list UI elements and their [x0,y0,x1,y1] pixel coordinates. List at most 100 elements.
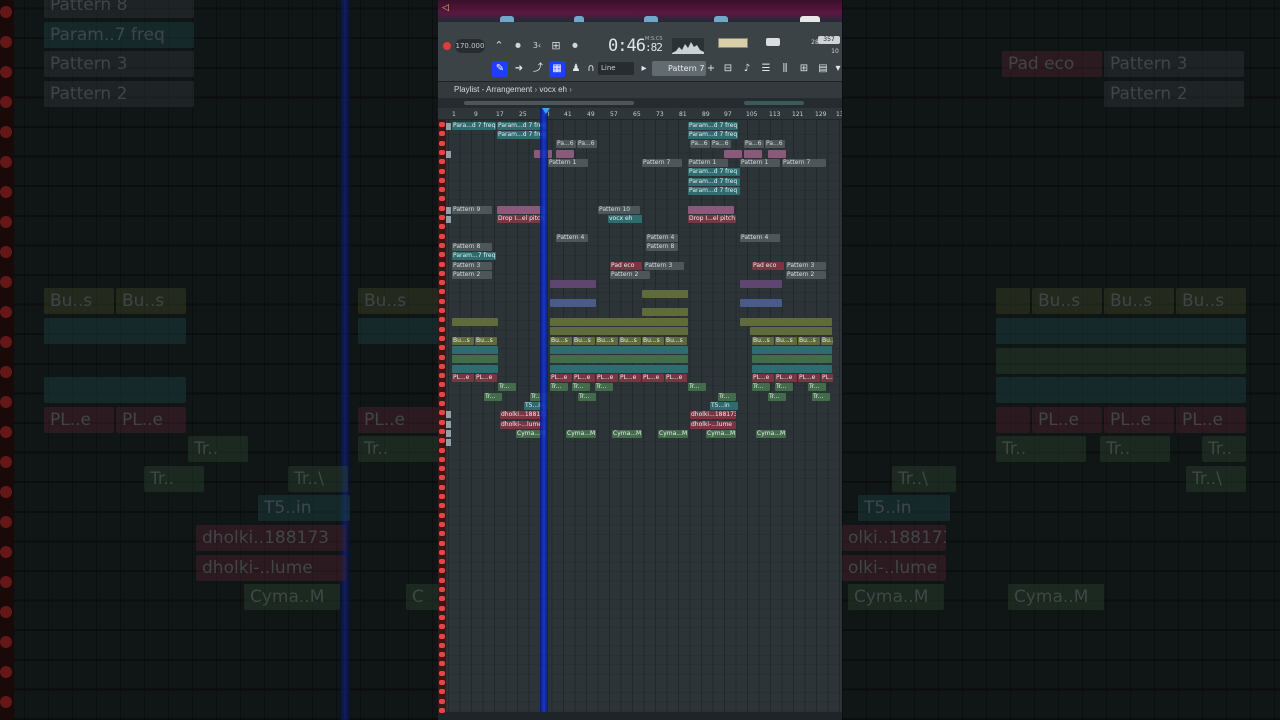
clip[interactable]: Pa...6 [556,140,576,148]
track-mute-indicator[interactable] [446,420,451,428]
clip[interactable]: PL...e [821,374,833,382]
clip[interactable]: Pattern 1 [548,159,588,167]
play-arrow-icon[interactable]: ▸ [638,61,650,77]
track-handle[interactable] [439,484,445,490]
track-handle[interactable] [439,308,445,313]
track-handle[interactable] [439,447,445,453]
piano-roll-icon[interactable]: ♪ [739,61,755,77]
clip[interactable]: Bu...s [752,337,774,345]
clip[interactable]: Cyma...M [756,430,786,438]
audio-clip[interactable] [642,308,688,316]
track-handle[interactable] [439,549,445,555]
current-pattern[interactable]: vocx eh [539,85,567,94]
track-handle[interactable] [439,698,445,704]
loop-record-icon[interactable]: ⏺ [567,38,583,54]
track-handle[interactable] [439,140,445,146]
clip[interactable]: Pa...6 [690,140,710,148]
track-handle[interactable] [439,159,445,165]
track-handle[interactable] [439,475,445,481]
track-handle[interactable] [439,466,445,472]
clip[interactable]: PL...e [475,374,497,382]
clip[interactable]: Param...d 7 freq [688,178,740,186]
clip[interactable]: Cyma...M [566,430,596,438]
clip[interactable]: Tr... [812,393,830,401]
clip[interactable]: Pattern 8 [452,243,492,251]
track-handle[interactable] [439,642,445,648]
playlist-icon[interactable]: ⊟ [720,61,736,77]
track-handle[interactable] [439,531,445,537]
clip[interactable]: Pattern 4 [646,234,678,242]
clip[interactable]: PL...e [619,374,641,382]
clip[interactable]: Bu...s [665,337,687,345]
audio-clip[interactable] [550,299,596,307]
track-handle[interactable] [439,633,445,639]
clip[interactable]: Bu...s [596,337,618,345]
clip[interactable]: Tr... [752,383,770,391]
track-mute-indicator[interactable] [446,206,451,214]
track-handle[interactable] [439,215,445,220]
clip[interactable]: Tr... [808,383,826,391]
clip[interactable]: T5...in [710,402,738,410]
clip[interactable]: Pattern 4 [556,234,588,242]
track-mute-indicator[interactable] [446,123,451,130]
clip[interactable]: Tr... [498,383,516,391]
clip[interactable]: Pattern 3 [786,262,826,270]
track-handle[interactable] [439,568,445,574]
clip[interactable]: Pa...6 [711,140,731,148]
clip[interactable]: Tr... [578,393,596,401]
track-mute-indicator[interactable] [446,150,451,158]
clip[interactable] [752,355,832,363]
clip[interactable]: Tr... [768,393,786,401]
clip[interactable]: PL...e [798,374,820,382]
clip[interactable] [752,365,832,373]
clip[interactable]: Pattern 10 [598,206,640,214]
clip[interactable]: Drop I...el pitch [497,215,545,223]
clip[interactable]: Tr... [718,393,736,401]
track-handle[interactable] [439,596,445,602]
track-handle[interactable] [439,233,445,239]
metronome-icon[interactable]: ⌃ [491,38,507,54]
scroll-thumb[interactable] [464,101,634,105]
audio-clip[interactable] [550,318,688,326]
audio-clip[interactable] [642,290,688,298]
arrow-icon[interactable]: ➜ [511,61,527,77]
clip[interactable]: PL...e [573,374,595,382]
clip[interactable] [752,346,832,354]
browser-icon[interactable]: ⊞ [796,61,812,77]
clip[interactable]: Tr... [572,383,590,391]
clip[interactable] [452,365,498,373]
track-handle[interactable] [439,670,445,676]
clip[interactable]: Tr... [550,383,568,391]
track-handle[interactable] [439,503,445,509]
clip[interactable]: Pattern 7 [642,159,682,167]
track-handle[interactable] [439,419,445,425]
clip[interactable]: Pad eco [752,262,784,270]
audio-clip[interactable] [452,318,498,326]
clip[interactable]: Pattern 1 [740,159,780,167]
clip[interactable]: Bu...s [619,337,641,345]
track-handle[interactable] [439,252,445,258]
track-handle[interactable] [439,707,445,713]
audio-clip[interactable] [740,280,782,288]
track-handle[interactable] [439,410,445,416]
clip[interactable]: dholki-...lume [690,421,736,429]
track-handle[interactable] [439,652,445,658]
track-handle[interactable] [439,614,445,620]
draw-tool-icon[interactable]: ✎ [492,61,508,77]
clip[interactable]: Bu...s [475,337,497,345]
track-handle[interactable] [439,131,445,137]
track-handle[interactable] [439,512,445,518]
track-handle[interactable] [439,335,445,341]
countdown-icon[interactable]: 3‹ [529,38,545,54]
clip[interactable]: Pattern 1 [688,159,728,167]
clip[interactable]: PL...e [642,374,664,382]
clip[interactable]: Pattern 3 [452,262,492,270]
clip[interactable] [768,150,786,158]
clip[interactable]: PL...e [596,374,618,382]
track-handle[interactable] [439,345,445,351]
clip[interactable]: Param...d 7 freq [688,187,740,195]
track-handle[interactable] [439,270,445,276]
track-handle[interactable] [439,624,445,630]
clip[interactable] [556,150,574,158]
track-handle[interactable] [439,168,445,174]
